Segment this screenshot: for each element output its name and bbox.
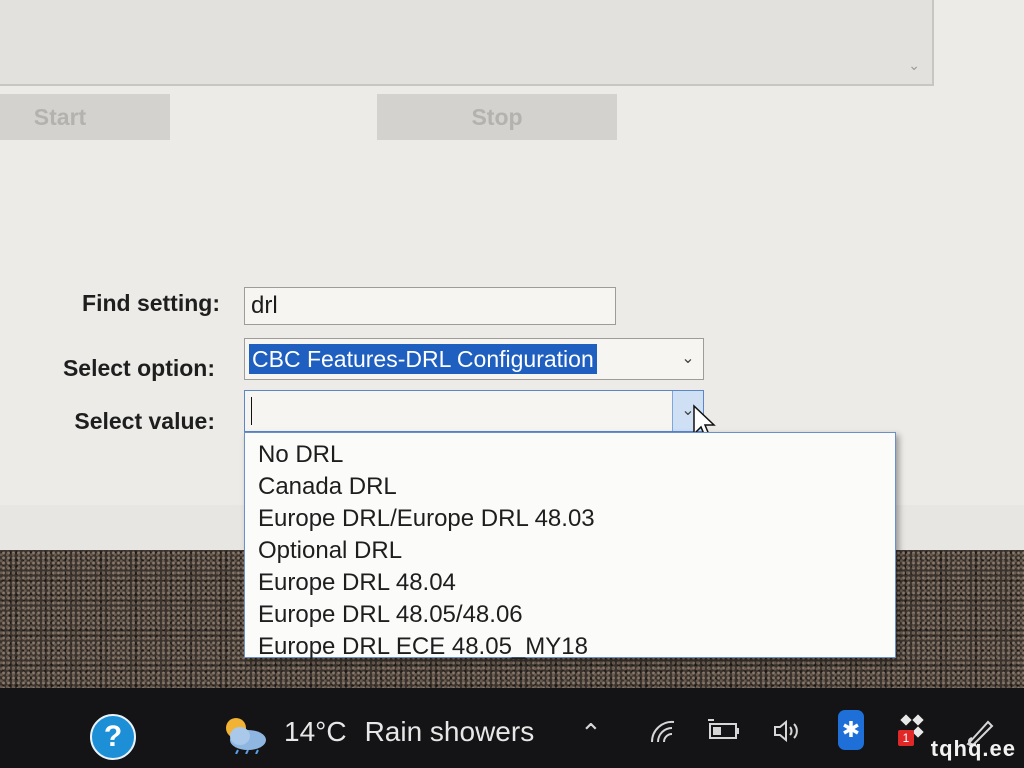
find-setting-input[interactable]: drl [244,287,616,325]
start-button[interactable]: Start [0,94,170,140]
dropdown-option[interactable]: Europe DRL/Europe DRL 48.03 [245,503,895,535]
watermark: tqhq.ee [930,736,1016,761]
chevron-down-icon[interactable]: ⌄ [673,339,703,379]
cloud-sun-icon[interactable] [218,714,270,754]
dropdown-option[interactable]: Europe DRL ECE 48.05_MY18 [245,631,895,663]
select-option-combobox[interactable]: CBC Features-DRL Configuration ⌄ [244,338,704,380]
stop-button[interactable]: Stop [377,94,617,140]
weather-widget[interactable]: 14°C Rain showers [284,716,534,748]
bluetooth-icon[interactable]: ✱ [838,710,864,750]
select-value-combobox[interactable]: ⌄ [244,390,704,432]
dropdown-option[interactable]: Optional DRL [245,535,895,567]
log-output-box[interactable]: ⌄ [0,0,934,86]
text-caret [251,397,252,425]
wifi-icon[interactable] [648,718,678,744]
battery-icon[interactable] [706,718,742,742]
weather-description: Rain showers [364,716,535,747]
help-icon[interactable]: ? [90,714,136,760]
scroll-down-icon[interactable]: ⌄ [908,58,920,74]
select-value-dropdown-list[interactable]: No DRL Canada DRL Europe DRL/Europe DRL … [244,432,896,660]
notification-badge: 1 [898,730,914,746]
taskbar: ? 14°C Rain showers ⌃ ✱ 1 tqhq.ee [0,688,1024,768]
app-window: ⌄ Start Stop Find setting: drl Select op… [0,0,1024,505]
volume-icon[interactable] [772,718,804,744]
select-option-selected-text: CBC Features-DRL Configuration [249,344,597,374]
find-setting-label: Find setting: [82,290,220,316]
select-value-label: Select value: [74,408,215,434]
chevron-up-icon[interactable]: ⌃ [580,718,602,749]
dropdown-option[interactable]: Europe DRL 48.05/48.06 [245,599,895,631]
dropdown-option[interactable]: Canada DRL [245,471,895,503]
select-option-label: Select option: [62,355,215,381]
weather-temperature: 14°C [284,716,347,747]
dropdown-option[interactable]: No DRL [245,439,895,471]
dropdown-option[interactable]: Europe DRL 48.04 [245,567,895,599]
